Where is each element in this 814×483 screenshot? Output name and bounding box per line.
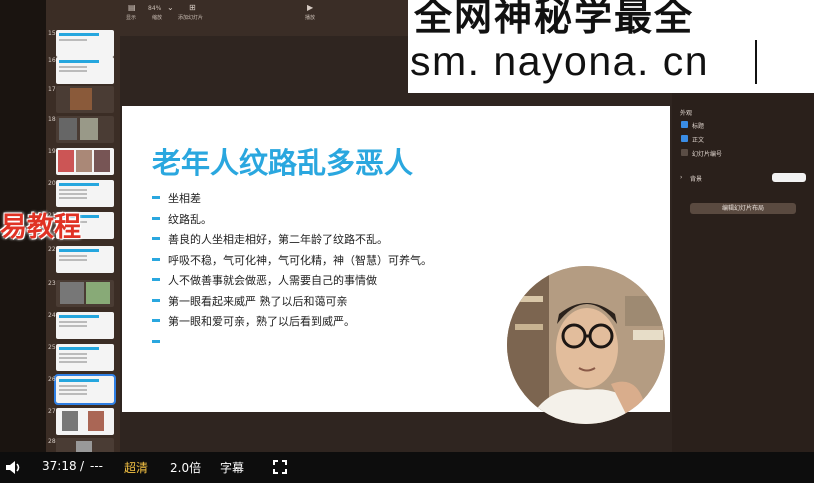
bullet-item: 纹路乱。 xyxy=(152,211,432,232)
text-caret xyxy=(755,40,757,84)
slide-canvas: 老年人纹路乱多恶人 坐相差 纹路乱。 善良的人坐相走相好，第二年龄了纹路不乱。 … xyxy=(120,36,672,452)
slide-number: 16 xyxy=(48,57,56,64)
bullet-item: 坐相差 xyxy=(152,190,432,211)
bullet-item: 人不做善事就会做恶，人需要自己的事情做 xyxy=(152,272,432,293)
slide-number: 20 xyxy=(48,180,56,187)
slide-number: 25 xyxy=(48,344,56,351)
slide-number: 26 xyxy=(48,376,56,383)
slide-thumbnail[interactable]: 19 xyxy=(48,148,114,175)
slide-number: 27 xyxy=(48,408,56,415)
bullet-item: 第一眼和爱可亲，熟了以后看到威严。 xyxy=(152,313,432,334)
toolbar-label-add-slide: 添加幻灯片 xyxy=(178,15,204,21)
webcam-presenter xyxy=(507,266,665,424)
video-player-controls: 37:18 / --- 超清 2.0倍 字幕 xyxy=(0,452,814,483)
checkbox-slide-number[interactable] xyxy=(681,149,688,156)
toolbar-label-view: 显示 xyxy=(126,15,137,21)
option-label: 正文 xyxy=(692,137,705,144)
slide[interactable]: 老年人纹路乱多恶人 坐相差 纹路乱。 善良的人坐相走相好，第二年龄了纹路不乱。 … xyxy=(122,106,670,424)
bullet-item xyxy=(152,334,432,355)
background-label: 背景 xyxy=(690,176,703,183)
volume-icon[interactable] xyxy=(5,460,23,475)
slide-number: 18 xyxy=(48,116,56,123)
slide-thumbnail[interactable]: 27 xyxy=(48,408,114,435)
edit-slide-layout-button[interactable]: 编辑幻灯片布局 xyxy=(690,203,796,214)
zoom-value[interactable]: 84% xyxy=(148,5,161,12)
slide-title: 老年人纹路乱多恶人 xyxy=(152,146,414,180)
slide-thumbnail[interactable]: 15 xyxy=(48,30,114,57)
chevron-right-icon[interactable]: › xyxy=(680,174,682,181)
slide-number: 22 xyxy=(48,246,56,253)
slide-thumbnail-selected[interactable]: 26 xyxy=(48,374,116,405)
bullet-item: 呼吸不稳，气可化神，气可化精，神（智慧）可养气。 xyxy=(152,252,432,273)
option-label: 标题 xyxy=(692,123,705,130)
bullet-item: 善良的人坐相走相好，第二年龄了纹路不乱。 xyxy=(152,231,432,252)
slide-thumbnail[interactable]: 20 xyxy=(48,180,114,207)
slide-number: 17 xyxy=(48,86,56,93)
slide-number: 28 xyxy=(48,438,56,445)
watermark-overlay: 全网神秘学最全 sm. nayona. cn xyxy=(408,0,814,93)
checkbox-title[interactable] xyxy=(681,121,688,128)
checkbox-body[interactable] xyxy=(681,135,688,142)
option-label: 幻灯片编号 xyxy=(692,151,723,158)
time-separator: / xyxy=(80,459,85,473)
bullet-list: 坐相差 纹路乱。 善良的人坐相走相好，第二年龄了纹路不乱。 呼吸不稳，气可化神，… xyxy=(152,190,432,354)
slide-thumbnail[interactable]: 24 xyxy=(48,312,114,339)
section-title: 外观 xyxy=(680,110,693,117)
subtitles-button[interactable]: 字幕 xyxy=(220,459,244,476)
slide-thumbnail[interactable]: 22 xyxy=(48,246,114,273)
slide-thumbnail[interactable]: 17 xyxy=(48,86,114,113)
duration: --- xyxy=(90,459,103,473)
toolbar-label-zoom: 缩放 xyxy=(152,15,163,21)
slide-thumbnail[interactable]: 25 xyxy=(48,344,114,371)
format-panel: 外观 标题 正文 幻灯片编号 › 背景 编辑幻灯片布局 xyxy=(672,95,814,452)
watermark-url: sm. nayona. cn xyxy=(410,38,710,84)
slide-number: 23 xyxy=(48,280,56,287)
bullet-item: 第一眼看起来威严 熟了以后和蔼可亲 xyxy=(152,293,432,314)
slide-number: 24 xyxy=(48,312,56,319)
slide-thumbnail[interactable]: 18 xyxy=(48,116,114,143)
play-icon[interactable]: ▶ xyxy=(307,3,313,12)
sidebar-icon[interactable]: ▤ xyxy=(128,3,136,12)
slide-thumbnail[interactable]: 28 xyxy=(48,438,114,452)
watermark-text: 全网神秘学最全 xyxy=(414,0,695,39)
quality-button[interactable]: 超清 xyxy=(124,459,148,476)
speed-button[interactable]: 2.0倍 xyxy=(170,459,201,476)
add-slide-icon[interactable]: ⊞ xyxy=(189,3,196,12)
slide-thumbnail[interactable]: 23 xyxy=(48,280,114,307)
background-color-swatch[interactable] xyxy=(772,173,806,182)
slide-number: 15 xyxy=(48,30,56,37)
slide-number: 19 xyxy=(48,148,56,155)
chevron-down-icon[interactable]: ⌄ xyxy=(167,3,174,12)
toolbar-label-play: 播放 xyxy=(305,15,316,21)
overlay-caption: 易教程 xyxy=(0,212,81,243)
presenter-image xyxy=(507,266,665,424)
current-time: 37:18 xyxy=(42,459,77,473)
fullscreen-icon[interactable] xyxy=(273,460,287,474)
slide-thumbnail[interactable]: 16 xyxy=(48,57,114,84)
